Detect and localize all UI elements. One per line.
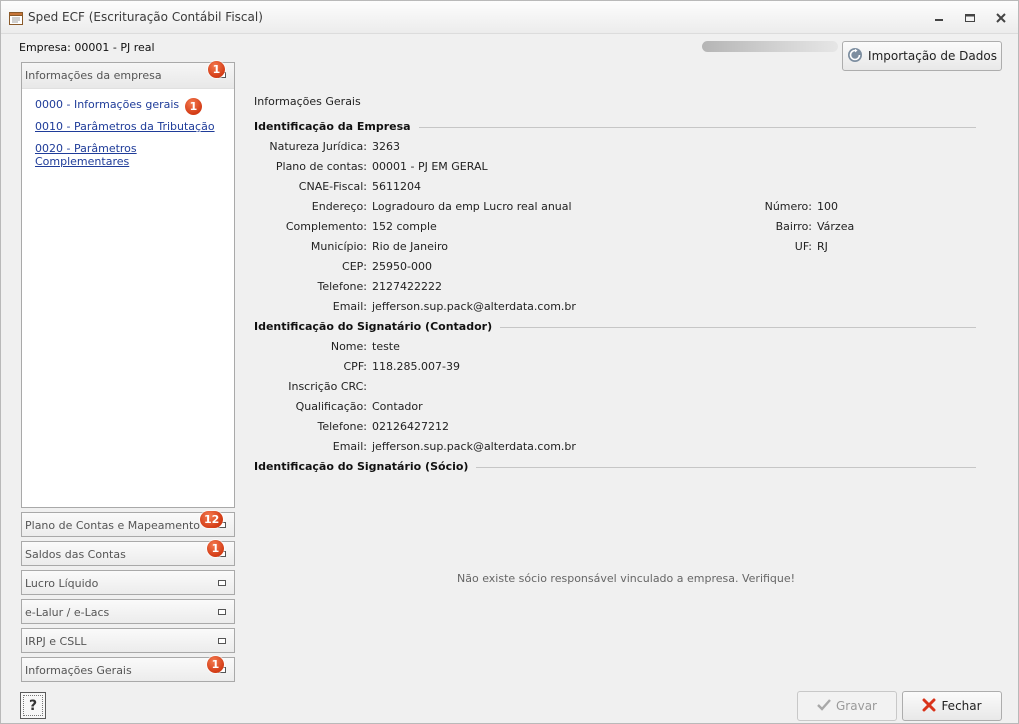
panel-e-lalur[interactable]: e-Lalur / e-Lacs: [21, 599, 235, 624]
contador-email-label: Email:: [332, 440, 367, 453]
municipio-value: Rio de Janeiro: [372, 240, 448, 253]
save-label: Gravar: [836, 699, 877, 713]
import-label: Importação de Dados: [868, 49, 997, 63]
bairro-label: Bairro:: [775, 220, 812, 233]
divider: [418, 127, 976, 128]
complemento-label: Complemento:: [285, 220, 367, 233]
panel-label: Plano de Contas e Mapeamento: [25, 519, 201, 532]
endereco-label: Endereço:: [311, 200, 367, 213]
restore-icon[interactable]: [962, 11, 978, 25]
check-icon: [817, 698, 831, 714]
close-label: Fechar: [941, 699, 982, 713]
section-title: Identificação do Signatário (Contador): [254, 320, 493, 333]
contador-telefone-label: Telefone:: [317, 420, 368, 433]
email-value: jefferson.sup.pack@alterdata.com.br: [372, 300, 576, 313]
help-icon: ?: [28, 697, 38, 714]
telefone-label: Telefone:: [317, 280, 368, 293]
expand-icon[interactable]: [218, 580, 226, 586]
contador-email-value: jefferson.sup.pack@alterdata.com.br: [372, 440, 576, 453]
cep-label: CEP:: [342, 260, 367, 273]
panel-label: Informações Gerais: [25, 664, 132, 677]
cep-value: 25950-000: [372, 260, 432, 273]
minimize-icon[interactable]: [931, 11, 947, 25]
content-caption: Informações Gerais: [254, 95, 361, 108]
panel-informacoes-gerais[interactable]: Informações Gerais 1: [21, 656, 235, 682]
close-icon[interactable]: [993, 11, 1009, 25]
uf-value: RJ: [817, 240, 828, 253]
numero-label: Número:: [764, 200, 812, 213]
panel-title: Informações da empresa: [25, 69, 162, 82]
import-icon: [847, 47, 863, 66]
municipio-label: Município:: [310, 240, 367, 253]
help-button[interactable]: ?: [20, 692, 46, 719]
notification-badge: 12: [200, 511, 224, 528]
close-x-icon: [922, 698, 936, 715]
divider: [500, 327, 976, 328]
contador-telefone-value: 02126427212: [372, 420, 449, 433]
nome-label: Nome:: [330, 340, 367, 353]
progress-bar: [702, 41, 838, 52]
email-label: Email:: [332, 300, 367, 313]
cpf-value: 118.285.007-39: [372, 360, 460, 373]
section-empresa-heading: Identificação da Empresa: [254, 120, 976, 133]
title-bar: Sped ECF (Escrituração Contábil Fiscal): [1, 1, 1018, 34]
notification-badge: 1: [208, 61, 225, 78]
section-contador-heading: Identificação do Signatário (Contador): [254, 320, 976, 333]
section-title: Identificação do Signatário (Sócio): [254, 460, 469, 473]
qualificacao-label: Qualificação:: [295, 400, 367, 413]
expand-icon[interactable]: [218, 609, 226, 615]
section-socio-heading: Identificação do Signatário (Sócio): [254, 460, 976, 473]
complemento-value: 152 comple: [372, 220, 437, 233]
expand-icon[interactable]: [218, 638, 226, 644]
natureza-value: 3263: [372, 140, 400, 153]
close-button[interactable]: Fechar: [902, 691, 1002, 721]
qualificacao-value: Contador: [372, 400, 423, 413]
section-title: Identificação da Empresa: [254, 120, 411, 133]
notification-badge: 1: [185, 98, 202, 115]
natureza-label: Natureza Jurídica:: [269, 140, 367, 153]
bairro-value: Várzea: [817, 220, 855, 233]
plano-label: Plano de contas:: [275, 160, 367, 173]
company-info-panel-header[interactable]: Informações da empresa 1: [22, 61, 234, 89]
nome-value: teste: [372, 340, 400, 353]
app-window: Sped ECF (Escrituração Contábil Fiscal) …: [0, 0, 1019, 724]
divider: [476, 467, 976, 468]
plano-value: 00001 - PJ EM GERAL: [372, 160, 488, 173]
endereco-value: Logradouro da emp Lucro real anual: [372, 200, 572, 213]
window-title: Sped ECF (Escrituração Contábil Fiscal): [28, 10, 263, 24]
notification-badge: 1: [207, 656, 224, 673]
panel-saldos-das-contas[interactable]: Saldos das Contas 1: [21, 540, 235, 566]
sidebar-link-0010[interactable]: 0010 - Parâmetros da Tributação: [35, 120, 215, 133]
cpf-label: CPF:: [343, 360, 368, 373]
sidebar-link-0000[interactable]: 0000 - Informações gerais: [35, 98, 179, 111]
notification-badge: 1: [207, 540, 224, 557]
panel-lucro-liquido[interactable]: Lucro Líquido: [21, 570, 235, 595]
panel-label: e-Lalur / e-Lacs: [25, 606, 110, 619]
crc-label: Inscrição CRC:: [288, 380, 367, 393]
panel-irpj-csll[interactable]: IRPJ e CSLL: [21, 628, 235, 653]
import-data-button[interactable]: Importação de Dados: [842, 41, 1002, 71]
app-icon: [8, 10, 24, 26]
panel-plano-de-contas[interactable]: Plano de Contas e Mapeamento 12: [21, 511, 235, 537]
telefone-value: 2127422222: [372, 280, 442, 293]
panel-label: IRPJ e CSLL: [25, 635, 87, 648]
panel-label: Lucro Líquido: [25, 577, 99, 590]
panel-label: Saldos das Contas: [25, 548, 126, 561]
save-button[interactable]: Gravar: [797, 691, 897, 721]
cnae-value: 5611204: [372, 180, 421, 193]
numero-value: 100: [817, 200, 838, 213]
uf-label: UF:: [794, 240, 812, 253]
company-label: Empresa: 00001 - PJ real: [19, 41, 155, 54]
empty-state-message: Não existe sócio responsável vinculado a…: [457, 572, 796, 585]
cnae-label: CNAE-Fiscal:: [298, 180, 367, 193]
